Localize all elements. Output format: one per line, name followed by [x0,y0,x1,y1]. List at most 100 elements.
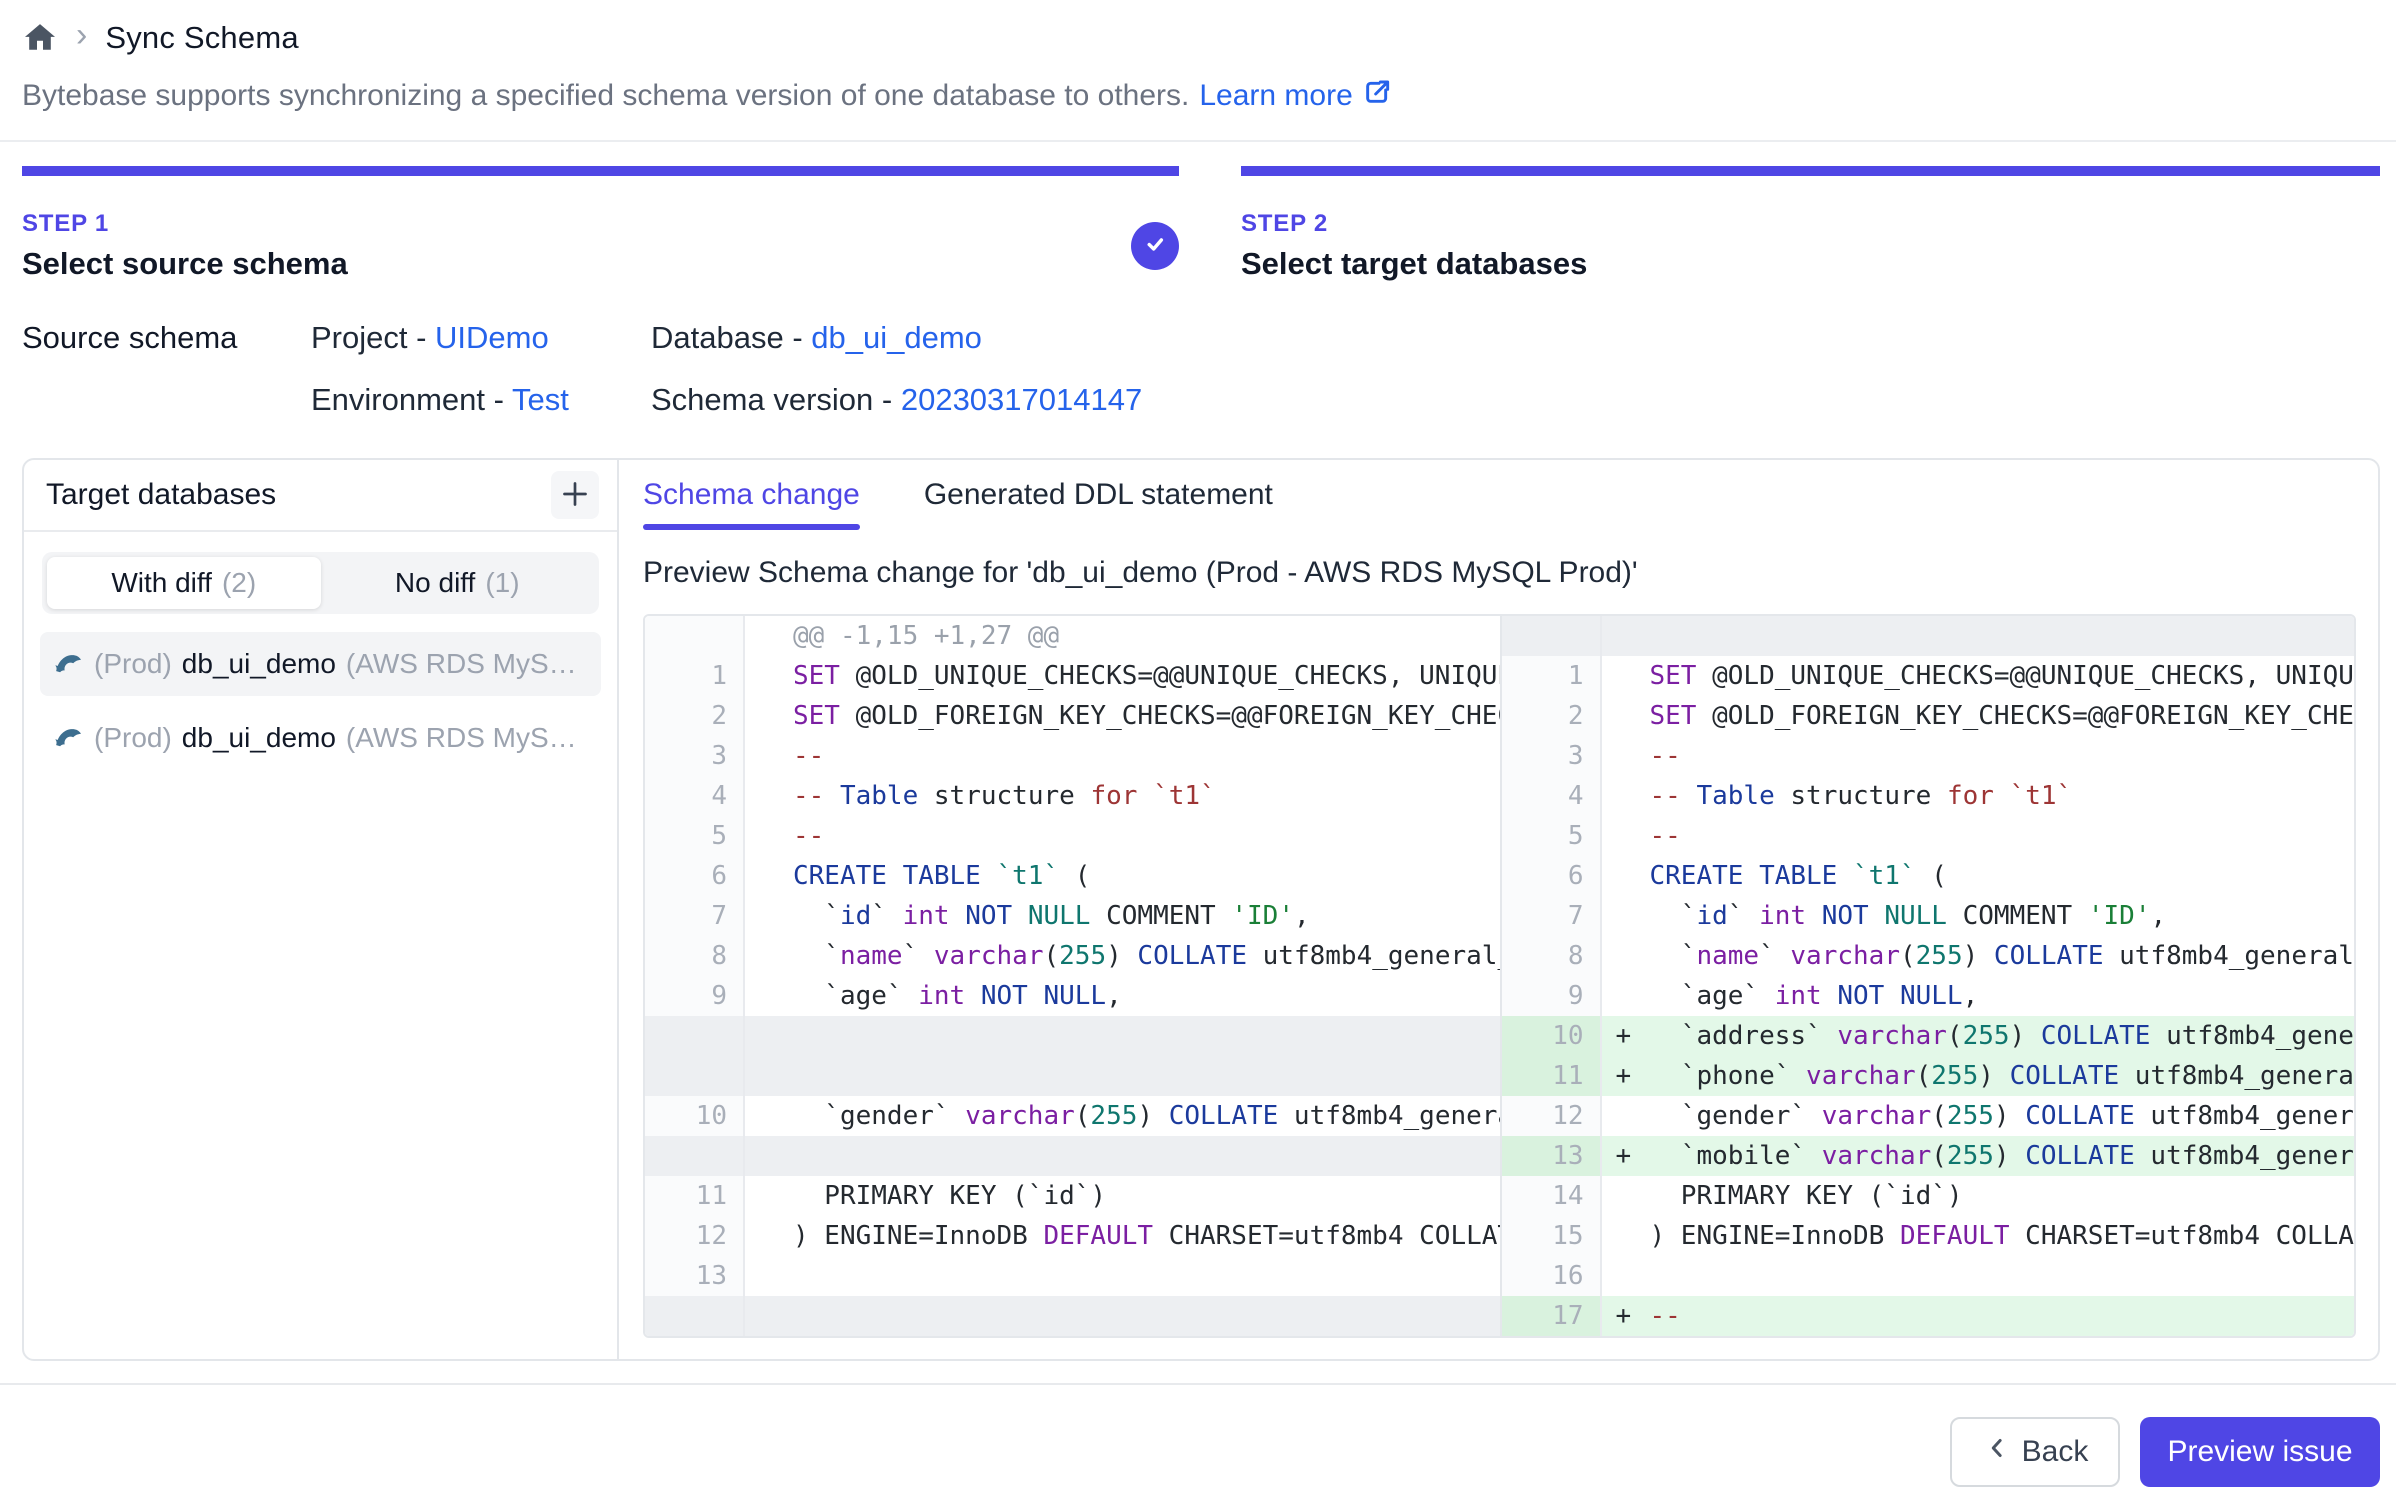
code-token: name [1696,941,1759,971]
tab-generated-ddl[interactable]: Generated DDL statement [924,478,1273,530]
code-token [1837,861,1853,891]
diff-add-marker: + [1616,1301,1632,1331]
code-token: ` [903,941,934,971]
diff-row: 11 PRIMARY KEY (`id`) [645,1176,1500,1216]
code-token: @OLD_FOREIGN_KEY_CHECKS=@@FOREIGN_KEY_CH… [840,701,1500,731]
code-line: ) ENGINE=InnoDB DEFAULT CHARSET=utf8mb4 … [745,1216,1500,1256]
filter-with-diff[interactable]: With diff (2) [47,557,321,609]
environment-link[interactable]: Test [512,382,569,417]
code-line: `id` int NOT NULL COMMENT 'ID', [745,896,1500,936]
back-button[interactable]: Back [1950,1417,2120,1487]
code-token [1137,781,1153,811]
code-token: varchar [965,1101,1075,1131]
learn-more-label: Learn more [1199,79,1352,113]
code-token: CHARSET=utf8mb4 COLLAT [1153,1221,1499,1251]
code-token: CREATE TABLE [1650,861,1838,891]
schema-version-link[interactable]: 20230317014147 [901,382,1142,417]
code-token: COLLATE [2041,1021,2151,1051]
diff-filter-tabs: With diff (2) No diff (1) [42,552,599,614]
diff-row: 12 `gender` varchar(255) COLLATE utf8mb4… [1502,1096,2355,1136]
line-number: 5 [1502,816,1602,856]
code-line: SET @OLD_FOREIGN_KEY_CHECKS=@@FOREIGN_KE… [745,696,1500,736]
code-line [745,1016,1500,1056]
code-line: `gender` varchar(255) COLLATE utf8mb4_ge… [1602,1096,2355,1136]
line-number [645,1056,745,1096]
add-database-button[interactable] [551,471,599,519]
code-line: CREATE TABLE `t1` ( [745,856,1500,896]
filter-count: (1) [485,567,519,599]
code-token: NOT [965,901,1012,931]
mysql-icon [52,645,84,684]
line-number: 4 [645,776,745,816]
filter-no-diff[interactable]: No diff (1) [321,557,595,609]
breadcrumb-current: Sync Schema [105,20,298,56]
code-line: + `address` varchar(255) COLLATE utf8mb4… [1602,1016,2355,1056]
code-token: `mobile` [1650,1141,1822,1171]
diff-row: 1SET @OLD_UNIQUE_CHECKS=@@UNIQUE_CHECKS,… [1502,656,2355,696]
filter-label: No diff [395,567,475,599]
code-token: ` [793,941,840,971]
code-line: SET @OLD_FOREIGN_KEY_CHECKS=@@FOREIGN_KE… [1602,696,2355,736]
database-list: (Prod) db_ui_demo (AWS RDS MyS… (Prod) d… [24,614,617,788]
database-link[interactable]: db_ui_demo [811,320,982,355]
code-token: `t1` [1853,861,1916,891]
learn-more-link[interactable]: Learn more [1199,76,1392,116]
code-token: ) ENGINE=InnoDB [793,1221,1043,1251]
diff-row: 16 [1502,1256,2355,1296]
code-token: COLLATE [2025,1101,2135,1131]
code-token: -- [793,821,824,851]
step-indicators: STEP 1 Select source schema STEP 2 Selec… [22,166,2380,282]
code-token: COLLATE [1994,941,2104,971]
preview-issue-button[interactable]: Preview issue [2140,1417,2380,1487]
preview-issue-label: Preview issue [2167,1435,2352,1469]
code-line: -- [1602,736,2355,776]
database-item-1[interactable]: (Prod) db_ui_demo (AWS RDS MyS… [40,632,601,696]
footer-actions: Back Preview issue [0,1417,2380,1487]
line-number: 16 [1502,1256,1602,1296]
code-token: utf8mb4_general_ [2104,941,2355,971]
code-token: @@ -1,15 +1,27 @@ [793,621,1059,651]
code-token: int [918,981,965,1011]
code-token: ` [1759,941,1790,971]
diff-row: 8 `name` varchar(255) COLLATE utf8mb4_ge… [645,936,1500,976]
code-token: utf8mb4_general_ [1247,941,1500,971]
code-token: NOT NULL [981,981,1106,1011]
home-button[interactable] [22,19,58,58]
tab-schema-change[interactable]: Schema change [643,478,860,530]
code-token: COLLATE [2025,1141,2135,1171]
code-token: `t1` [1153,781,1216,811]
code-token: id [1696,901,1727,931]
project-link[interactable]: UIDemo [435,320,549,355]
code-token: COLLATE [1137,941,1247,971]
code-token: `age` [793,981,918,1011]
diff-pane-source: @@ -1,15 +1,27 @@1SET @OLD_UNIQUE_CHECKS… [645,616,1500,1336]
line-number: 15 [1502,1216,1602,1256]
source-field-environment: Environment - Test [311,382,651,418]
db-environment: (Prod) [94,648,172,680]
code-token: ( [1075,1101,1091,1131]
code-token: SET [793,701,840,731]
page-header: › Sync Schema Bytebase supports synchron… [0,0,2396,142]
code-token: ( [1043,941,1059,971]
code-token: for [1947,781,1994,811]
field-name: Database [651,320,784,355]
field-name: Schema version [651,382,873,417]
code-token: 'ID' [1231,901,1294,931]
code-token: varchar [1806,1061,1916,1091]
code-token: `gender` [793,1101,965,1131]
code-token: `t1` [997,861,1060,891]
code-line: `name` varchar(255) COLLATE utf8mb4_gene… [745,936,1500,976]
code-token: , [1294,901,1310,931]
code-token [981,861,997,891]
code-token: -- [1650,741,1681,771]
diff-row: 12) ENGINE=InnoDB DEFAULT CHARSET=utf8mb… [645,1216,1500,1256]
diff-row: 15) ENGINE=InnoDB DEFAULT CHARSET=utf8mb… [1502,1216,2355,1256]
database-item-2[interactable]: (Prod) db_ui_demo (AWS RDS MyS… [40,706,601,770]
diff-pane-target: 1SET @OLD_UNIQUE_CHECKS=@@UNIQUE_CHECKS,… [1500,616,2355,1336]
source-field-database: Database - db_ui_demo [651,320,2380,356]
code-token: ) [1963,941,1994,971]
line-number: 1 [1502,656,1602,696]
code-token: PRIMARY KEY (`id`) [1650,1181,1963,1211]
db-environment: (Prod) [94,722,172,754]
code-token: ( [1900,941,1916,971]
